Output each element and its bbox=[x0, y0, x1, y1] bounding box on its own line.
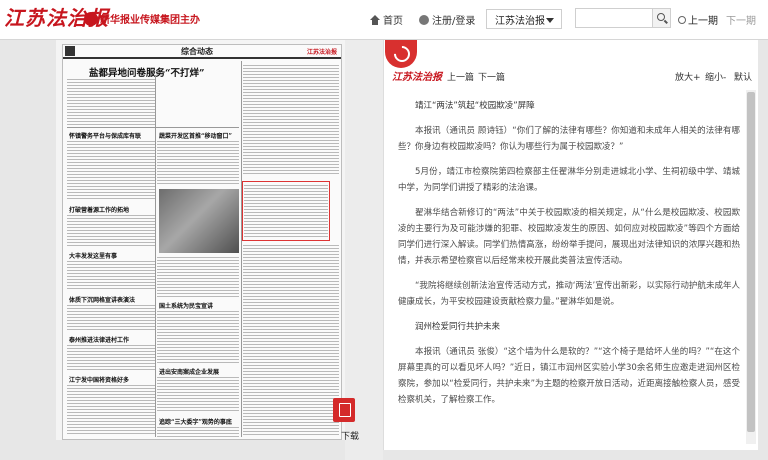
page-header-bar: 综合动态 江苏法治报 bbox=[63, 45, 341, 59]
article-paragraph: 翟淋华结合新修订的“两法”中关于校园欺凌的相关规定，从“什么是校园欺凌、校园欺凌… bbox=[398, 208, 740, 266]
search-button[interactable] bbox=[653, 8, 671, 28]
nav-login-link[interactable]: 注册/登录 bbox=[419, 12, 475, 27]
reader-logo: 江苏法治报 bbox=[392, 72, 442, 83]
page-subhead[interactable]: 江宁发中国将资格好多 bbox=[69, 375, 129, 384]
paper-select-value: 江苏法治报 bbox=[495, 15, 545, 27]
next-issue-link[interactable]: 下一期 bbox=[726, 12, 756, 27]
page-brand: 江苏法治报 bbox=[306, 49, 337, 56]
newspaper-page-image[interactable]: 综合动态 江苏法治报 盐都异地问卷服务“不打烊” 怀镇警务平台与保成库有联 打破… bbox=[62, 44, 342, 440]
page-subhead[interactable]: 打破营着源工作的拓地 bbox=[69, 205, 129, 214]
scrollbar-thumb[interactable] bbox=[747, 92, 755, 432]
user-icon bbox=[419, 14, 429, 25]
nav-login-label: 注册/登录 bbox=[432, 16, 476, 27]
paper-select-dropdown[interactable]: 江苏法治报 bbox=[486, 9, 562, 29]
article-subheading: 润州检爱同行共护未来 bbox=[415, 322, 501, 332]
article-scroll-area[interactable]: 靖江“两法”筑起“校园欺凌”屏障 本报讯（通讯员 顾诗钰）“你们了解的法律有哪些… bbox=[384, 90, 746, 444]
next-article-link[interactable]: 下一篇 bbox=[478, 70, 505, 83]
nav-home-label: 首页 bbox=[383, 16, 403, 27]
page-subhead[interactable]: 泰州推进法律进村工作 bbox=[69, 335, 129, 344]
page-subhead[interactable]: 体质下沉网格宣讲表演法 bbox=[69, 295, 135, 304]
page-side-strip bbox=[345, 40, 383, 460]
prev-circle-icon bbox=[678, 15, 686, 24]
page-subhead[interactable]: 进出安南案成企业发展 bbox=[159, 367, 219, 376]
prev-issue-label: 上一期 bbox=[688, 16, 718, 27]
prev-issue-link[interactable]: 上一期 bbox=[678, 12, 718, 27]
article-title: 靖江“两法”筑起“校园欺凌”屏障 bbox=[415, 101, 535, 111]
page-subhead[interactable]: 怀镇警务平台与保成库有联 bbox=[69, 131, 141, 140]
group-emblem-icon bbox=[84, 12, 98, 26]
page-subhead[interactable]: 蔬菜开发区首推“移动窗口” bbox=[159, 131, 232, 140]
news-photo[interactable] bbox=[159, 189, 239, 253]
download-button[interactable]: 下载 bbox=[341, 429, 359, 442]
nav-home-link[interactable]: 首页 bbox=[370, 12, 403, 27]
pdf-icon[interactable] bbox=[333, 398, 355, 422]
zoom-out-button[interactable]: 缩小- bbox=[705, 70, 726, 83]
article-paragraph: 本报讯（通讯员 张俊）“这个墙为什么是软的？”“这个椅子是给坏人坐的吗？”“在这… bbox=[398, 347, 740, 405]
page-number-badge bbox=[65, 46, 75, 56]
article-paragraph: “我院将继续创新法治宣传活动方式，推动‘两法’宣传出新彩，以实际行动护航未成年人… bbox=[398, 281, 740, 307]
page-subhead[interactable]: 大丰发发这里有事 bbox=[69, 251, 117, 260]
search-input[interactable] bbox=[575, 8, 653, 28]
page-headline[interactable]: 盐都异地问卷服务“不打烊” bbox=[89, 65, 204, 79]
page-subhead[interactable]: 国土系统为民宝宣讲 bbox=[159, 301, 213, 310]
page-subhead[interactable]: 追踪“三大委字”观势的事底 bbox=[159, 417, 232, 426]
page-section-title: 综合动态 bbox=[181, 47, 213, 56]
group-subtitle: 新华报业传媒集团主办 bbox=[100, 15, 200, 26]
top-header: 江苏法治报 新华报业传媒集团主办 首页 注册/登录 江苏法治报 上一期 下一期 bbox=[0, 0, 768, 40]
article-paragraph: 本报讯（通讯员 顾诗钰）“你们了解的法律有哪些？你知道和未成年人相关的法律有哪些… bbox=[398, 126, 740, 152]
zoom-in-button[interactable]: 放大+ bbox=[675, 70, 701, 83]
prev-article-link[interactable]: 上一篇 bbox=[447, 70, 474, 83]
zoom-default-button[interactable]: 默认 bbox=[734, 70, 752, 83]
caret-down-icon bbox=[546, 18, 554, 23]
article-body: 靖江“两法”筑起“校园欺凌”屏障 本报讯（通讯员 顾诗钰）“你们了解的法律有哪些… bbox=[398, 98, 740, 417]
home-icon bbox=[370, 14, 380, 25]
article-paragraph: 5月份，靖江市检察院第四检察部主任翟淋华分别走进城北小学、生祠初级中学、靖城中学… bbox=[398, 167, 740, 193]
